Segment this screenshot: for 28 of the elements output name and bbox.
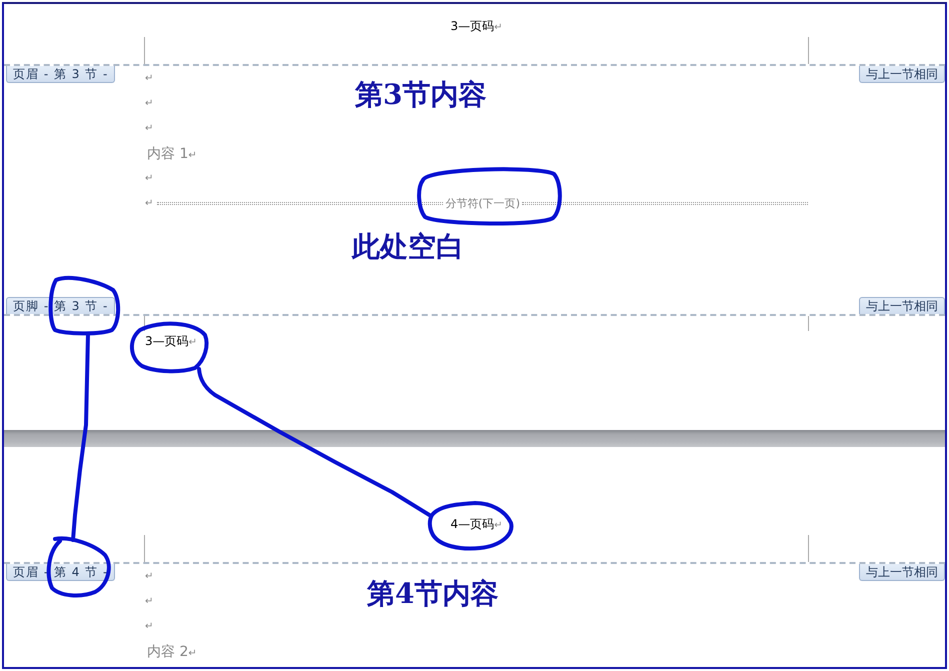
margin-guide bbox=[144, 316, 145, 331]
link-to-previous-label: 与上一节相同 bbox=[859, 297, 945, 314]
paragraph-mark: ↵ bbox=[145, 621, 154, 632]
paragraph-mark: ↵ bbox=[145, 596, 154, 607]
section-label: 页眉 - 第 3 节 - bbox=[6, 66, 116, 83]
annotation-text: 第3节内容 bbox=[355, 81, 486, 109]
page-number: 3—页码↵ bbox=[145, 333, 198, 350]
annotation-text: 此处空白 bbox=[352, 233, 464, 261]
paragraph-mark: ↵ bbox=[145, 123, 154, 134]
paragraph-mark: ↵ bbox=[145, 571, 154, 582]
page-number: 4—页码↵ bbox=[450, 516, 503, 533]
link-to-previous-label: 与上一节相同 bbox=[859, 564, 945, 581]
section-break-label: 分节符(下一页) bbox=[444, 196, 521, 211]
link-to-previous-label: 与上一节相同 bbox=[859, 66, 945, 83]
paragraph-mark: ↵ bbox=[145, 198, 154, 209]
section-label: 页脚 - 第 3 节 - bbox=[6, 297, 116, 314]
annotation-text: 第4节内容 bbox=[367, 580, 498, 608]
paragraph-mark: ↵ bbox=[145, 73, 154, 84]
paragraph-mark: ↵ bbox=[145, 98, 154, 109]
margin-guide bbox=[808, 535, 809, 562]
page-number: 3—页码↵ bbox=[450, 18, 503, 35]
margin-guide bbox=[808, 37, 809, 64]
paragraph-mark: ↵ bbox=[145, 173, 154, 184]
body-text: 内容 2↵ bbox=[146, 642, 197, 660]
body-text: 内容 1↵ bbox=[146, 144, 197, 162]
margin-guide bbox=[808, 316, 809, 331]
margin-guide bbox=[144, 535, 145, 562]
margin-guide bbox=[144, 37, 145, 64]
